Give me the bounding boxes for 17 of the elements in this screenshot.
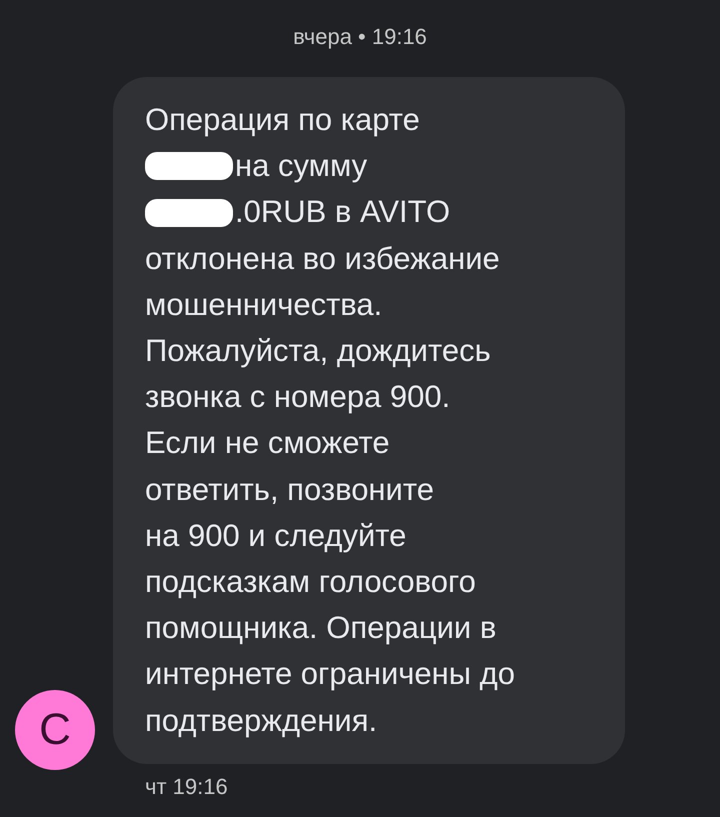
message-text: подсказкам голосового <box>145 563 476 602</box>
message-text: на сумму <box>235 147 368 186</box>
message-text: подтверждения. <box>145 702 378 740</box>
message-text: отклонена во избежание <box>145 240 500 278</box>
message-text: интернете ограничены до <box>145 655 516 694</box>
message-text: ответить, позвоните <box>145 470 434 509</box>
message-text: Если не сможете <box>145 424 390 462</box>
message-text: Операция по карте <box>145 101 420 139</box>
message-text: мошенничества. <box>145 286 382 324</box>
message-text: .0RUB в AVITO <box>235 193 450 232</box>
sender-avatar[interactable]: С <box>15 690 95 770</box>
message-text: на 900 и следуйте <box>145 516 406 555</box>
date-header: вчера • 19:16 <box>292 23 428 51</box>
message-text: звонка с номера 900. <box>145 378 450 416</box>
message-text: помощника. Операции в <box>145 609 496 648</box>
message-time: чт 19:16 <box>145 774 229 800</box>
message-text: Пожалуйста, дождитесь <box>145 332 491 370</box>
